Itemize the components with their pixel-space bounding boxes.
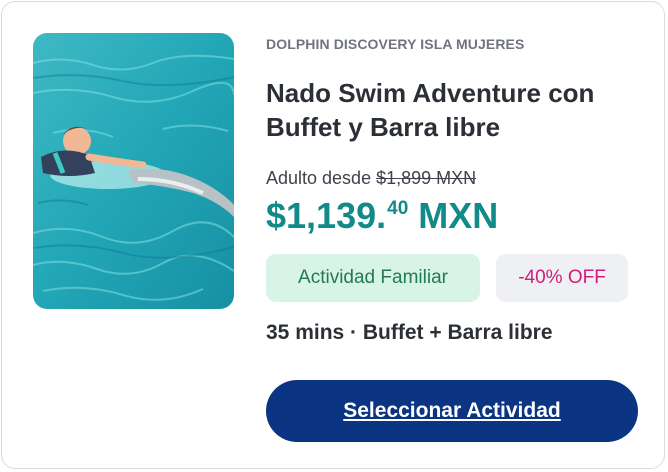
photo-boy-swimming-with-dolphin — [33, 33, 234, 309]
price-currency: MXN — [408, 195, 499, 236]
activity-photo[interactable] — [33, 33, 234, 309]
price-main: $1,139. — [266, 195, 387, 236]
original-price: $1,899 MXN — [376, 168, 477, 188]
operator-name: DOLPHIN DISCOVERY ISLA MUJERES — [266, 36, 525, 52]
activity-title[interactable]: Nado Swim Adventure con Buffet y Barra l… — [266, 76, 626, 144]
current-price: $1,139.40 MXN — [266, 192, 498, 247]
discount-badge: -40% OFF — [496, 254, 628, 302]
activity-card[interactable]: DOLPHIN DISCOVERY ISLA MUJERES Nado Swim… — [1, 1, 665, 469]
select-activity-button[interactable]: Seleccionar Actividad — [266, 380, 638, 442]
price-from-line: Adulto desde $1,899 MXN — [266, 168, 476, 189]
activity-duration-details: 35 mins · Buffet + Barra libre — [266, 321, 553, 344]
category-badge: Actividad Familiar — [266, 254, 480, 302]
price-cents: 40 — [387, 198, 409, 219]
price-from-label: Adulto desde — [266, 168, 372, 188]
